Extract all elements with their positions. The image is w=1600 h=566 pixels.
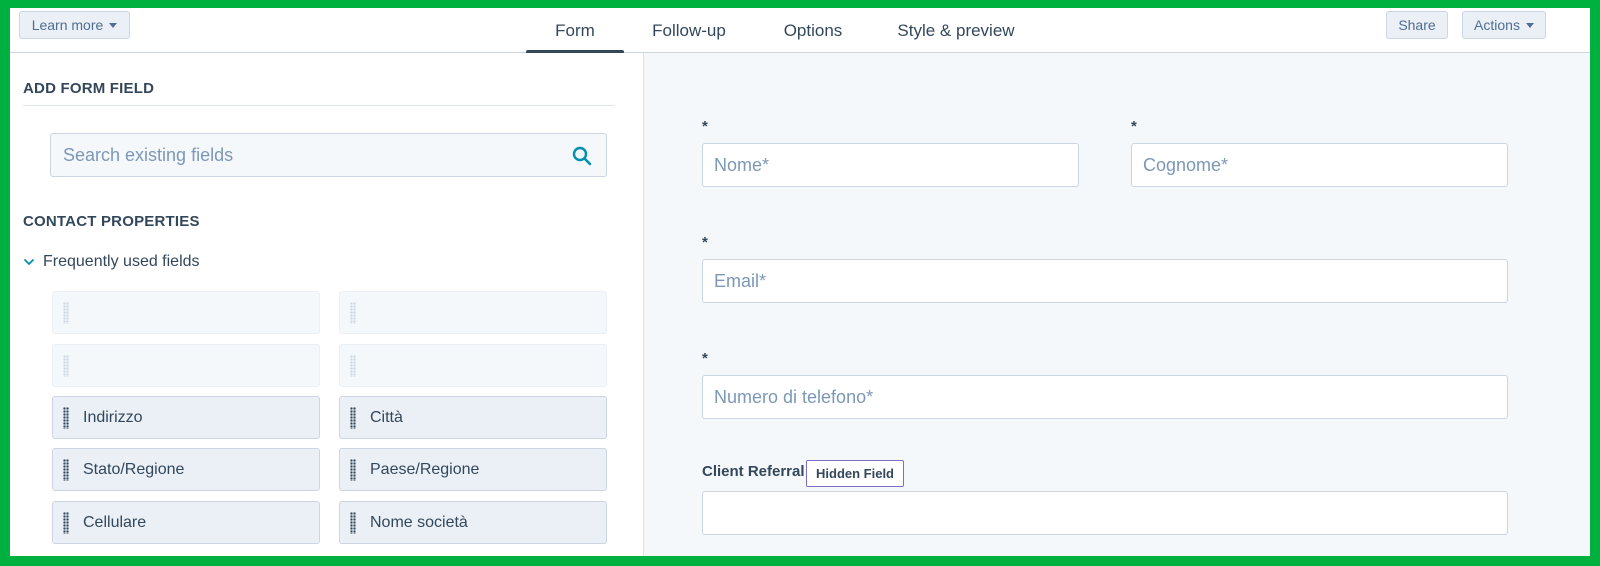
client-referral-label: Client Referral: [702, 463, 805, 480]
drag-handle-icon[interactable]: [63, 511, 69, 534]
search-icon[interactable]: [572, 146, 592, 166]
field-tile-paese-regione[interactable]: Paese/Regione: [339, 448, 607, 491]
drag-handle-icon[interactable]: [350, 406, 356, 429]
chevron-down-icon: [24, 259, 34, 266]
frequently-used-label: Frequently used fields: [43, 253, 200, 270]
tab-form-label: Form: [555, 20, 595, 40]
phone-field[interactable]: [702, 375, 1508, 419]
top-bar: Learn more Form Follow-up Options Style …: [10, 8, 1590, 54]
divider: [23, 105, 615, 106]
field-tile-cellulare[interactable]: Cellulare: [52, 501, 320, 544]
field-tile-citta[interactable]: Città: [339, 396, 607, 439]
field-tile-placeholder: [52, 344, 320, 387]
form-preview: * * * * Client Referral Hidden Field: [644, 53, 1590, 556]
tab-follow-up-label: Follow-up: [652, 20, 726, 40]
tab-style-preview[interactable]: Style & preview: [890, 8, 1022, 53]
email-field[interactable]: [702, 259, 1508, 303]
drag-handle-icon[interactable]: [63, 458, 69, 481]
phone-input[interactable]: [703, 376, 1507, 418]
field-tile-placeholder: [339, 344, 607, 387]
client-referral-field[interactable]: [702, 491, 1508, 535]
field-tile-label: Paese/Regione: [370, 460, 480, 478]
frequently-used-toggle[interactable]: Frequently used fields: [23, 253, 200, 271]
field-tile-nome-societa[interactable]: Nome società: [339, 501, 607, 544]
required-marker: *: [702, 118, 708, 135]
share-label: Share: [1398, 17, 1436, 33]
field-tile-label: Stato/Regione: [83, 460, 185, 478]
caret-down-icon: [109, 22, 118, 28]
drag-handle-icon[interactable]: [350, 458, 356, 481]
tab-follow-up[interactable]: Follow-up: [644, 8, 734, 53]
field-tile-label: Cellulare: [83, 513, 147, 531]
search-input[interactable]: [51, 134, 606, 176]
required-marker: *: [702, 350, 708, 367]
share-button[interactable]: Share: [1386, 11, 1448, 39]
add-form-field-title: ADD FORM FIELD: [23, 80, 155, 97]
contact-properties-title: CONTACT PROPERTIES: [23, 213, 200, 230]
hidden-field-badge: Hidden Field: [806, 460, 904, 487]
learn-more-button[interactable]: Learn more: [19, 11, 130, 39]
field-tile-label: Nome società: [370, 513, 468, 531]
drag-handle-icon: [350, 354, 356, 377]
actions-button[interactable]: Actions: [1462, 11, 1546, 39]
drag-handle-icon: [63, 354, 69, 377]
field-tile-label: Indirizzo: [83, 408, 143, 426]
field-tile-indirizzo[interactable]: Indirizzo: [52, 396, 320, 439]
tab-style-preview-label: Style & preview: [897, 20, 1015, 40]
drag-handle-icon: [350, 301, 356, 324]
last-name-field[interactable]: [1131, 143, 1508, 187]
field-tile-placeholder: [52, 291, 320, 334]
field-tile-label: Città: [370, 408, 403, 426]
search-field[interactable]: [50, 133, 607, 177]
add-field-panel: ADD FORM FIELD CONTACT PROPERTIES Freque…: [10, 53, 644, 556]
required-marker: *: [702, 234, 708, 251]
actions-label: Actions: [1474, 17, 1520, 33]
required-marker: *: [1131, 118, 1137, 135]
field-tile-placeholder: [339, 291, 607, 334]
drag-handle-icon[interactable]: [63, 406, 69, 429]
caret-down-icon: [1525, 22, 1534, 28]
form-editor: Learn more Form Follow-up Options Style …: [10, 8, 1590, 556]
field-tile-stato-regione[interactable]: Stato/Regione: [52, 448, 320, 491]
learn-more-label: Learn more: [31, 17, 104, 33]
drag-handle-icon[interactable]: [350, 511, 356, 534]
client-referral-input[interactable]: [703, 492, 1507, 534]
email-input[interactable]: [703, 260, 1507, 302]
tab-form[interactable]: Form: [526, 8, 624, 54]
tab-options[interactable]: Options: [774, 8, 852, 53]
first-name-input[interactable]: [703, 144, 1078, 186]
tab-options-label: Options: [783, 20, 843, 40]
first-name-field[interactable]: [702, 143, 1079, 187]
drag-handle-icon: [63, 301, 69, 324]
last-name-input[interactable]: [1132, 144, 1507, 186]
